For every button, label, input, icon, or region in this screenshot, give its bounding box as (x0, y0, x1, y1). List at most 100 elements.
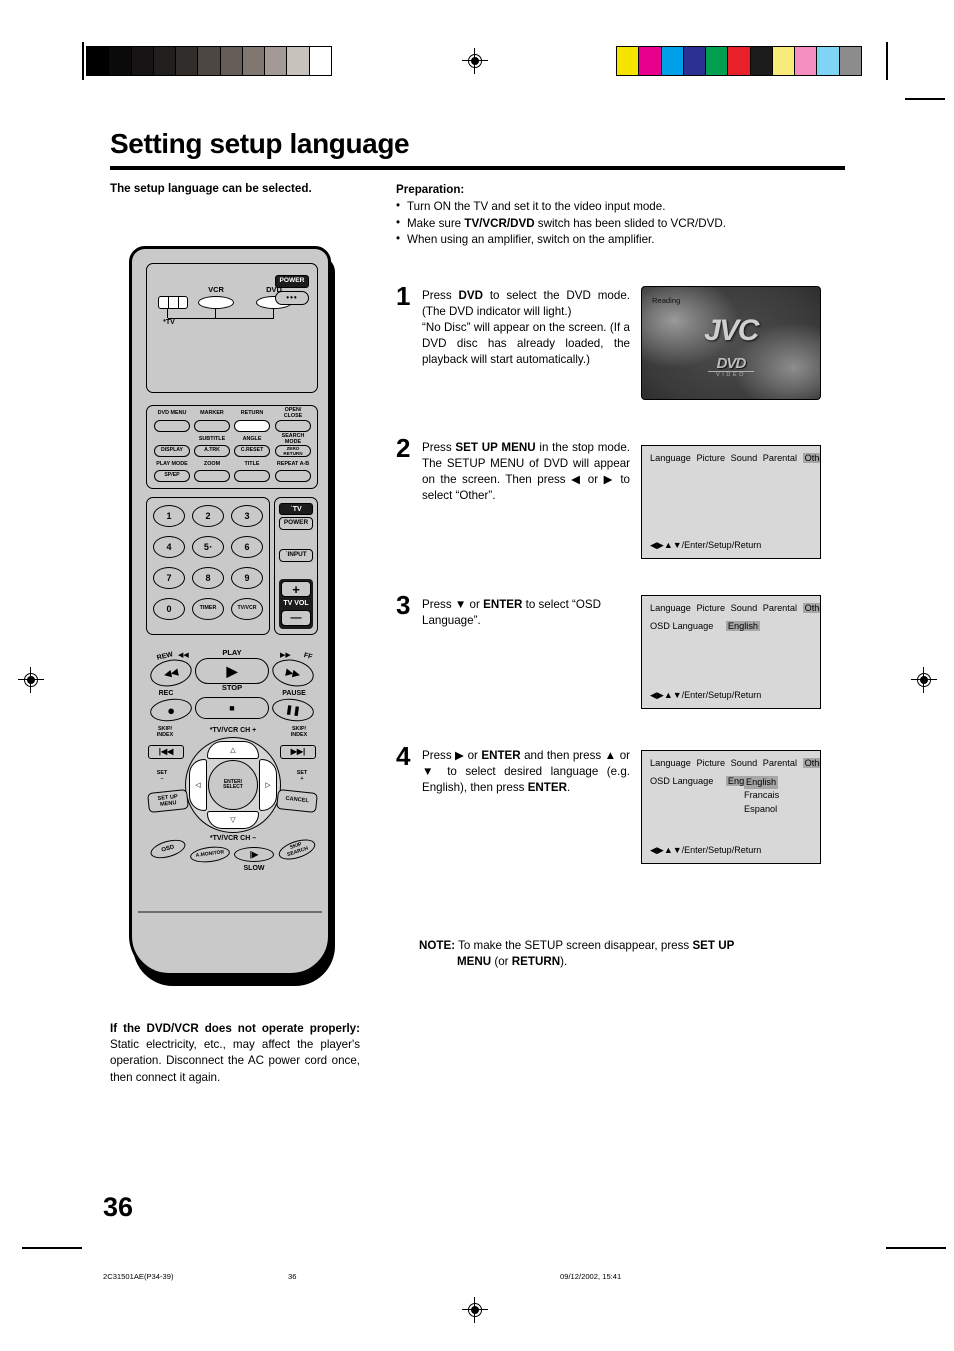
play-button[interactable]: ▶ (195, 658, 269, 684)
return-button[interactable] (234, 420, 270, 432)
pause-button[interactable]: ❚❚ (270, 696, 316, 724)
marker-button[interactable] (194, 420, 230, 432)
power-button[interactable]: ••• (275, 291, 309, 305)
language-option-francais[interactable]: Francais (744, 789, 779, 802)
preparation-item: Turn ON the TV and set it to the video i… (396, 198, 846, 215)
tab-picture[interactable]: Picture (696, 758, 725, 768)
zero-return-button[interactable]: ZERO RETURN (275, 445, 311, 457)
tab-other[interactable]: Other (802, 603, 820, 613)
key-0[interactable]: 0 (153, 598, 185, 620)
tab-other[interactable]: Other (802, 453, 820, 463)
tab-picture[interactable]: Picture (696, 453, 725, 463)
dpad-down-button[interactable]: ▽ (207, 811, 259, 829)
dpad-left-button[interactable]: ◁ (189, 759, 207, 811)
tab-language[interactable]: Language (650, 453, 691, 463)
key-5[interactable]: 5 ∘ (192, 536, 224, 558)
osd-language-value[interactable]: English (725, 621, 761, 631)
tv-vcr-ch-down-label: *TV/VCR CH – (209, 835, 257, 842)
color-swatch (638, 47, 661, 75)
key-8[interactable]: 8 (192, 567, 224, 589)
tv-power-button[interactable]: POWER (279, 517, 313, 530)
tab-parental[interactable]: Parental (763, 453, 797, 463)
vcr-button[interactable] (198, 296, 234, 309)
return-label: RETURN (240, 410, 264, 416)
step-4-text: Press ▶ or ENTER and then press ▲ or ▼ t… (422, 749, 630, 794)
skip-index-left-button[interactable]: |◀◀ (148, 745, 184, 759)
tab-sound[interactable]: Sound (731, 603, 758, 613)
note-line2: MENU (or RETURN). (457, 955, 568, 969)
open-close-label: OPEN/CLOSE (283, 407, 303, 419)
color-swatch (771, 47, 795, 75)
marker-label: MARKER (200, 410, 224, 416)
tab-parental[interactable]: Parental (763, 603, 797, 613)
title-button[interactable] (234, 470, 270, 482)
key-7[interactable]: 7 (153, 567, 185, 589)
tab-language[interactable]: Language (650, 758, 691, 768)
key-9[interactable]: 9 (231, 567, 263, 589)
grayscale-swatch (108, 47, 131, 75)
key-6[interactable]: 6 (231, 536, 263, 558)
enter-select-button[interactable]: ENTER/SELECT (208, 760, 258, 810)
key-3[interactable]: 3 (231, 505, 263, 527)
color-swatch (682, 47, 706, 75)
tv-input-button[interactable]: ˙INPUT (279, 549, 313, 562)
tab-parental[interactable]: Parental (763, 758, 797, 768)
grayscale-swatch (175, 47, 198, 75)
tv-volume-up-button[interactable]: + (281, 581, 311, 597)
setup-menu-button[interactable]: SET UP MENU (147, 788, 189, 814)
grayscale-swatch (286, 47, 309, 75)
ff-button[interactable]: ▶▶ (269, 655, 317, 691)
skip-index-left-label: SKIP/INDEX (156, 726, 174, 738)
sp-ep-button[interactable]: SP/EP (154, 470, 190, 482)
dvd-menu-button[interactable] (154, 420, 190, 432)
c-reset-button[interactable]: C.RESET (234, 445, 270, 457)
color-swatch (794, 47, 817, 75)
a-monitor-button[interactable]: A.MONITOR (189, 844, 231, 865)
rec-button[interactable]: ● (148, 696, 194, 724)
key-1[interactable]: 1 (153, 505, 185, 527)
tab-sound[interactable]: Sound (731, 758, 758, 768)
preparation-block: Preparation: Turn ON the TV and set it t… (396, 182, 846, 249)
tv-vcr-button[interactable]: TV/VCR (231, 598, 263, 620)
remote-lower-seam (138, 911, 322, 913)
skip-search-button[interactable]: SKIP SEARCH (276, 835, 318, 864)
reading-status: Reading (652, 296, 681, 305)
display-button[interactable]: DISPLAY (154, 445, 190, 457)
key-4[interactable]: 4 (153, 536, 185, 558)
crop-mark-top-right-v (886, 42, 888, 80)
tv-vol-label: TV VOL (283, 600, 309, 607)
grayscale-swatch (241, 47, 265, 75)
cancel-button[interactable]: CANCEL (276, 788, 318, 814)
language-option-espanol[interactable]: Espanol (744, 803, 779, 816)
tv-volume-down-button[interactable]: — (281, 610, 311, 626)
footer-page: 36 (288, 1272, 297, 1281)
preparation-item: When using an amplifier, switch on the a… (396, 231, 846, 248)
open-close-button[interactable] (275, 420, 311, 432)
timer-button[interactable]: TIMER (192, 598, 224, 620)
osd-language-row: OSD Language English (650, 621, 761, 631)
tab-picture[interactable]: Picture (696, 603, 725, 613)
screen-osd-language: Language Picture Sound Parental Other OS… (641, 595, 821, 709)
dpad-up-button[interactable]: △ (207, 741, 259, 759)
tab-other[interactable]: Other (802, 758, 820, 768)
footer-timestamp: 09/12/2002, 15:41 (560, 1272, 622, 1281)
language-option-english[interactable]: English (744, 776, 779, 790)
tab-language[interactable]: Language (650, 603, 691, 613)
rew-icon: ◀◀ (178, 652, 189, 659)
dpad-right-button[interactable]: ▷ (259, 759, 277, 811)
osd-language-label: OSD Language (650, 621, 714, 631)
tab-sound[interactable]: Sound (731, 453, 758, 463)
osd-button[interactable]: OSD (148, 836, 188, 862)
page-subtitle: The setup language can be selected. (110, 182, 312, 195)
repeat-ab-button[interactable] (275, 470, 311, 482)
a-trk-button[interactable]: A.TRK (194, 445, 230, 457)
zoom-button[interactable] (194, 470, 230, 482)
slow-button[interactable]: |▶ (234, 847, 274, 862)
step-4-number: 4 (396, 741, 411, 771)
color-swatch (660, 47, 683, 75)
key-2[interactable]: 2 (192, 505, 224, 527)
stop-button[interactable]: ■ (195, 697, 269, 719)
setup-menu-hint: ◀▶▲▼/Enter/Setup/Return (650, 540, 762, 550)
crop-mark-bottom-left-h (22, 1247, 82, 1249)
skip-index-right-button[interactable]: ▶▶| (280, 745, 316, 759)
